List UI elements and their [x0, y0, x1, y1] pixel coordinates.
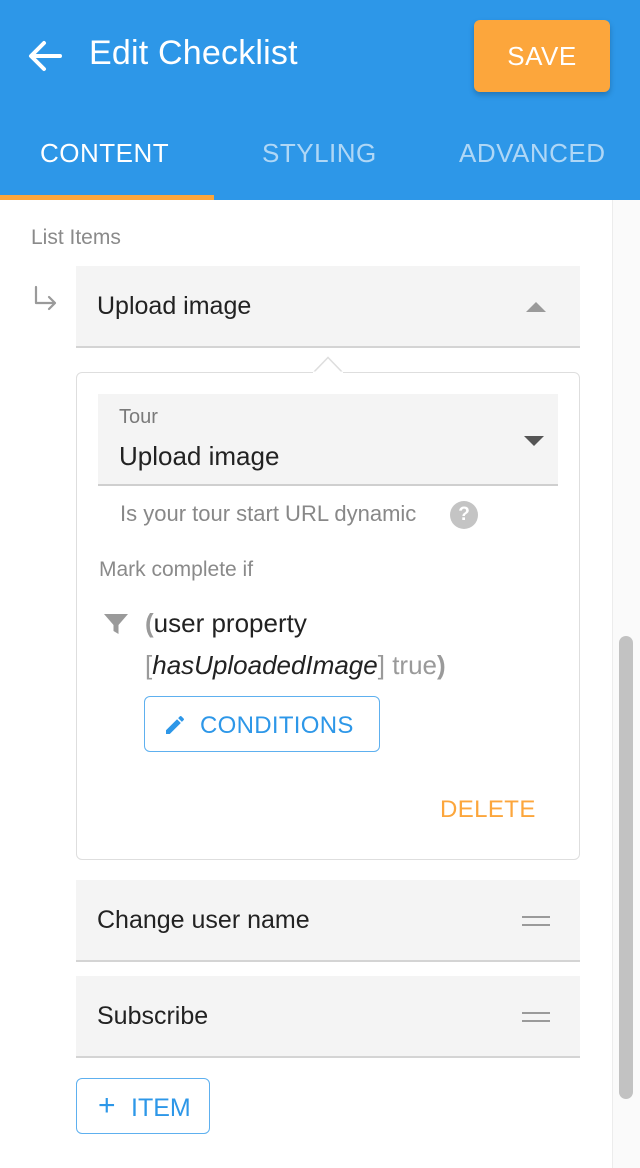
filter-funnel-icon [104, 614, 128, 634]
list-item-label: Change user name [97, 906, 310, 934]
add-item-label: ITEM [131, 1094, 191, 1122]
add-item-button[interactable]: + ITEM [76, 1078, 210, 1134]
panel-pointer [313, 356, 343, 373]
mark-complete-label: Mark complete if [99, 558, 254, 581]
question-circle-icon[interactable]: ? [450, 501, 478, 529]
condition-property: hasUploadedImage [152, 650, 378, 680]
drag-handle-icon[interactable] [522, 1012, 550, 1024]
tab-styling[interactable]: STYLING [262, 138, 377, 169]
list-items-label: List Items [31, 226, 121, 249]
list-item-change-user-name[interactable]: Change user name [76, 880, 580, 962]
conditions-button[interactable]: CONDITIONS [144, 696, 380, 752]
tour-select-value: Upload image [119, 441, 280, 471]
close-paren: ) [437, 650, 446, 680]
plus-icon: + [98, 1089, 116, 1122]
caret-up-icon[interactable] [526, 302, 546, 312]
delete-button[interactable]: DELETE [440, 796, 536, 824]
tab-advanced[interactable]: ADVANCED [459, 138, 606, 169]
dynamic-url-text: Is your tour start URL dynamic [120, 501, 417, 526]
condition-line-1: (user property [145, 608, 307, 639]
list-item-subscribe[interactable]: Subscribe [76, 976, 580, 1058]
close-bracket: ] [377, 650, 385, 680]
condition-line-2: [hasUploadedImage] true) [145, 650, 446, 681]
tour-select[interactable]: Tour Upload image [98, 394, 558, 486]
page-title: Edit Checklist [89, 34, 298, 72]
save-button[interactable]: SAVE [474, 20, 610, 92]
list-item-upload-image[interactable]: Upload image [76, 266, 580, 348]
pencil-icon [166, 715, 185, 734]
subdirectory-arrow-icon [34, 285, 57, 311]
caret-down-icon[interactable] [524, 436, 544, 446]
drag-handle-icon[interactable] [522, 916, 550, 928]
list-item-label: Subscribe [97, 1002, 209, 1030]
conditions-button-label: CONDITIONS [200, 712, 354, 739]
back-arrow-icon[interactable] [26, 38, 64, 74]
open-paren: ( [145, 608, 154, 638]
list-item-label: Upload image [97, 292, 252, 320]
condition-subject: user property [153, 608, 307, 638]
tour-select-label: Tour [119, 406, 158, 428]
condition-value: true [392, 650, 438, 680]
scrollbar-thumb[interactable] [619, 636, 633, 1099]
tab-content[interactable]: CONTENT [40, 138, 169, 169]
